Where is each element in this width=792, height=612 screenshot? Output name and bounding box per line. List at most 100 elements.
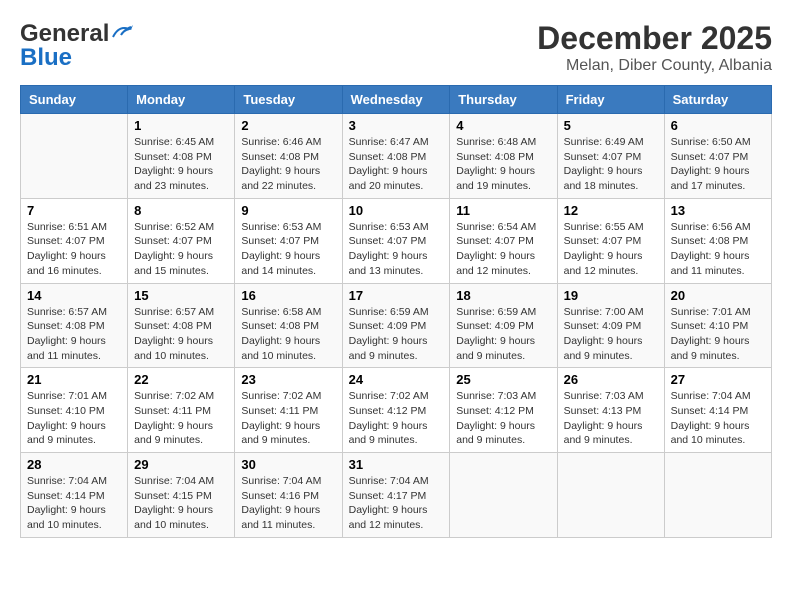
day-number: 25 [456,372,550,387]
location-title: Melan, Diber County, Albania [537,57,772,75]
day-info: Sunrise: 6:55 AM Sunset: 4:07 PM Dayligh… [564,220,658,279]
day-info: Sunrise: 7:04 AM Sunset: 4:14 PM Dayligh… [27,474,121,533]
calendar-cell: 2Sunrise: 6:46 AM Sunset: 4:08 PM Daylig… [235,114,342,199]
day-info: Sunrise: 6:51 AM Sunset: 4:07 PM Dayligh… [27,220,121,279]
day-number: 7 [27,203,121,218]
day-info: Sunrise: 6:50 AM Sunset: 4:07 PM Dayligh… [671,135,765,194]
day-number: 10 [349,203,444,218]
column-header-monday: Monday [128,86,235,114]
calendar-cell: 13Sunrise: 6:56 AM Sunset: 4:08 PM Dayli… [664,198,771,283]
day-info: Sunrise: 7:03 AM Sunset: 4:12 PM Dayligh… [456,389,550,448]
day-info: Sunrise: 6:57 AM Sunset: 4:08 PM Dayligh… [134,305,228,364]
logo: General Blue [20,20,133,72]
calendar-header-row: SundayMondayTuesdayWednesdayThursdayFrid… [21,86,772,114]
calendar-cell: 24 Sunrise: 7:02 AM Sunset: 4:12 PM Dayli… [342,368,450,453]
day-number: 12 [564,203,658,218]
day-info: Sunrise: 7:02 AM Sunset: 4:11 PM Dayligh… [134,389,228,448]
calendar-cell: 10 Sunrise: 6:53 AM Sunset: 4:07 PM Dayli… [342,198,450,283]
day-info: Sunrise: 7:02 AM Sunset: 4:12 PM Dayligh… [349,389,444,448]
calendar-cell [21,114,128,199]
day-number: 15 [134,288,228,303]
day-info: Sunrise: 6:47 AM Sunset: 4:08 PM Dayligh… [349,135,444,194]
day-info: Sunrise: 7:02 AM Sunset: 4:11 PM Dayligh… [241,389,335,448]
calendar-cell: 6Sunrise: 6:50 AM Sunset: 4:07 PM Daylig… [664,114,771,199]
day-info: Sunrise: 6:53 AM Sunset: 4:07 PM Dayligh… [349,220,444,279]
calendar-cell: 16 Sunrise: 6:58 AM Sunset: 4:08 PM Dayli… [235,283,342,368]
day-number: 14 [27,288,121,303]
calendar-cell: 8Sunrise: 6:52 AM Sunset: 4:07 PM Daylig… [128,198,235,283]
day-number: 20 [671,288,765,303]
column-header-thursday: Thursday [450,86,557,114]
day-number: 24 [349,372,444,387]
day-info: Sunrise: 7:04 AM Sunset: 4:15 PM Dayligh… [134,474,228,533]
day-info: Sunrise: 6:57 AM Sunset: 4:08 PM Dayligh… [27,305,121,364]
day-info: Sunrise: 6:48 AM Sunset: 4:08 PM Dayligh… [456,135,550,194]
day-info: Sunrise: 7:01 AM Sunset: 4:10 PM Dayligh… [27,389,121,448]
day-info: Sunrise: 7:03 AM Sunset: 4:13 PM Dayligh… [564,389,658,448]
calendar-cell: 18Sunrise: 6:59 AM Sunset: 4:09 PM Dayli… [450,283,557,368]
calendar-week-2: 7 Sunrise: 6:51 AM Sunset: 4:07 PM Daylig… [21,198,772,283]
day-number: 23 [241,372,335,387]
day-info: Sunrise: 6:56 AM Sunset: 4:08 PM Dayligh… [671,220,765,279]
calendar-cell: 20 Sunrise: 7:01 AM Sunset: 4:10 PM Dayli… [664,283,771,368]
day-number: 17 [349,288,444,303]
day-number: 3 [349,118,444,133]
day-number: 21 [27,372,121,387]
calendar-cell: 26 Sunrise: 7:03 AM Sunset: 4:13 PM Dayli… [557,368,664,453]
day-number: 29 [134,457,228,472]
calendar-cell: 23 Sunrise: 7:02 AM Sunset: 4:11 PM Dayli… [235,368,342,453]
calendar-cell: 4Sunrise: 6:48 AM Sunset: 4:08 PM Daylig… [450,114,557,199]
logo-bird-icon [111,23,133,41]
day-info: Sunrise: 6:54 AM Sunset: 4:07 PM Dayligh… [456,220,550,279]
calendar-cell: 17 Sunrise: 6:59 AM Sunset: 4:09 PM Dayli… [342,283,450,368]
calendar-week-4: 21 Sunrise: 7:01 AM Sunset: 4:10 PM Dayli… [21,368,772,453]
day-number: 1 [134,118,228,133]
calendar-cell: 25 Sunrise: 7:03 AM Sunset: 4:12 PM Dayli… [450,368,557,453]
calendar-week-3: 14 Sunrise: 6:57 AM Sunset: 4:08 PM Dayli… [21,283,772,368]
day-number: 5 [564,118,658,133]
calendar-cell: 5 Sunrise: 6:49 AM Sunset: 4:07 PM Daylig… [557,114,664,199]
calendar-cell: 21 Sunrise: 7:01 AM Sunset: 4:10 PM Dayli… [21,368,128,453]
calendar-cell: 19Sunrise: 7:00 AM Sunset: 4:09 PM Dayli… [557,283,664,368]
day-info: Sunrise: 6:49 AM Sunset: 4:07 PM Dayligh… [564,135,658,194]
day-info: Sunrise: 6:45 AM Sunset: 4:08 PM Dayligh… [134,135,228,194]
logo-blue: Blue [20,44,72,72]
day-number: 22 [134,372,228,387]
column-header-saturday: Saturday [664,86,771,114]
column-header-friday: Friday [557,86,664,114]
calendar-cell [664,453,771,538]
calendar-cell: 9Sunrise: 6:53 AM Sunset: 4:07 PM Daylig… [235,198,342,283]
day-number: 9 [241,203,335,218]
day-info: Sunrise: 7:01 AM Sunset: 4:10 PM Dayligh… [671,305,765,364]
day-info: Sunrise: 7:04 AM Sunset: 4:16 PM Dayligh… [241,474,335,533]
column-header-sunday: Sunday [21,86,128,114]
day-number: 11 [456,203,550,218]
day-info: Sunrise: 7:00 AM Sunset: 4:09 PM Dayligh… [564,305,658,364]
month-title: December 2025 [537,20,772,57]
day-number: 30 [241,457,335,472]
calendar-cell: 30 Sunrise: 7:04 AM Sunset: 4:16 PM Dayli… [235,453,342,538]
day-number: 27 [671,372,765,387]
title-block: December 2025 Melan, Diber County, Alban… [537,20,772,75]
day-number: 28 [27,457,121,472]
column-header-wednesday: Wednesday [342,86,450,114]
calendar-cell: 14 Sunrise: 6:57 AM Sunset: 4:08 PM Dayli… [21,283,128,368]
calendar-cell: 1 Sunrise: 6:45 AM Sunset: 4:08 PM Daylig… [128,114,235,199]
calendar-cell: 3 Sunrise: 6:47 AM Sunset: 4:08 PM Daylig… [342,114,450,199]
calendar-cell: 28 Sunrise: 7:04 AM Sunset: 4:14 PM Dayli… [21,453,128,538]
day-number: 31 [349,457,444,472]
day-info: Sunrise: 7:04 AM Sunset: 4:14 PM Dayligh… [671,389,765,448]
calendar-cell [557,453,664,538]
day-number: 26 [564,372,658,387]
calendar-cell: 11 Sunrise: 6:54 AM Sunset: 4:07 PM Dayli… [450,198,557,283]
calendar-cell: 15 Sunrise: 6:57 AM Sunset: 4:08 PM Dayli… [128,283,235,368]
calendar-cell: 29 Sunrise: 7:04 AM Sunset: 4:15 PM Dayli… [128,453,235,538]
calendar-cell: 7 Sunrise: 6:51 AM Sunset: 4:07 PM Daylig… [21,198,128,283]
day-info: Sunrise: 6:59 AM Sunset: 4:09 PM Dayligh… [349,305,444,364]
calendar-week-1: 1 Sunrise: 6:45 AM Sunset: 4:08 PM Daylig… [21,114,772,199]
day-info: Sunrise: 6:58 AM Sunset: 4:08 PM Dayligh… [241,305,335,364]
calendar-week-5: 28 Sunrise: 7:04 AM Sunset: 4:14 PM Dayli… [21,453,772,538]
calendar-cell: 12 Sunrise: 6:55 AM Sunset: 4:07 PM Dayli… [557,198,664,283]
column-header-tuesday: Tuesday [235,86,342,114]
day-number: 16 [241,288,335,303]
